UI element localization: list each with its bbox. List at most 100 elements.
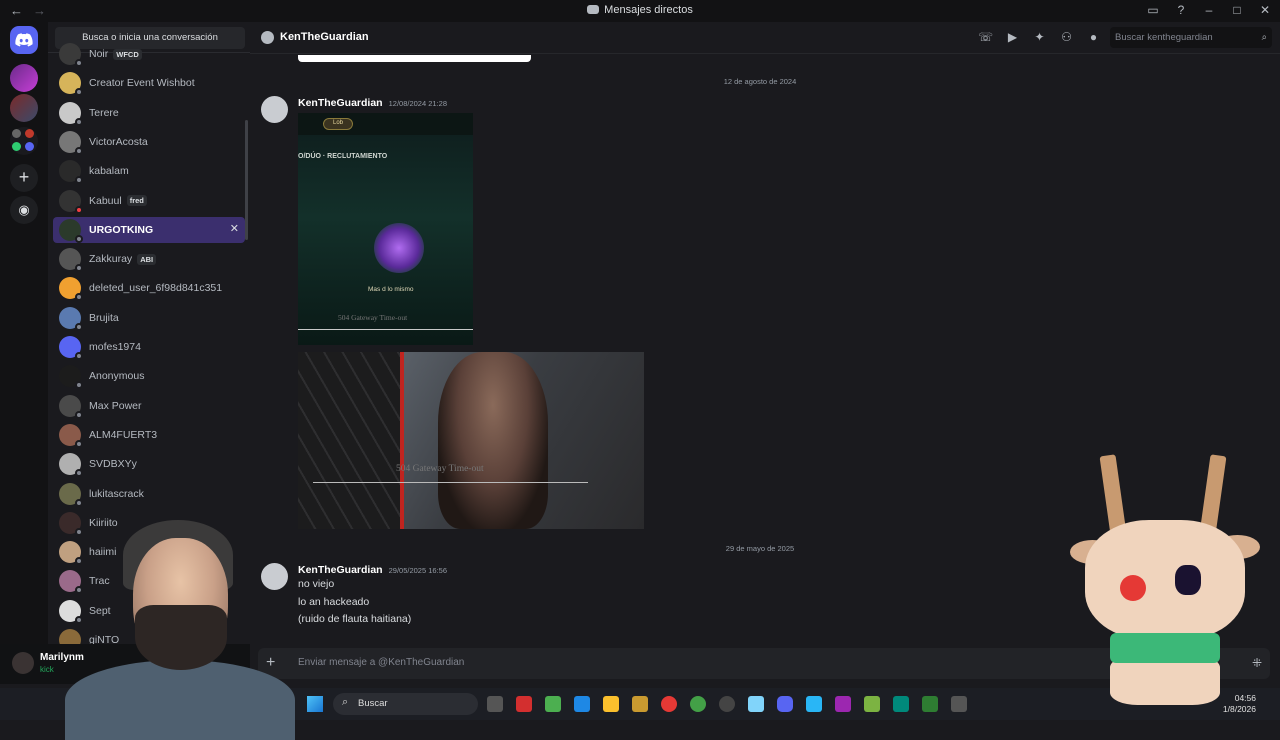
chat-search-input[interactable]: Buscar kentheguardian ⌕ [1110,27,1272,48]
app-icon[interactable] [806,696,822,712]
image-attachment[interactable]: Lob O/DÚO · RECLUTAMIENTO Mas d lo mismo… [298,113,473,345]
avatar [59,130,83,155]
xbox-icon[interactable] [922,696,938,712]
dm-list-item[interactable]: Max Power [53,393,245,419]
status-indicator [75,381,83,390]
chrome-icon[interactable] [690,696,706,712]
dm-name: URGOTKING [89,223,154,236]
status-indicator [75,586,83,595]
task-view-icon[interactable] [487,696,503,712]
pin-icon[interactable]: ✦ [1032,30,1047,44]
lobby-pill: Lob [323,118,353,130]
add-friend-icon[interactable]: ⚇ [1059,30,1074,44]
add-server-button[interactable]: + [10,164,38,192]
dm-list-item[interactable]: kabalam [53,158,245,185]
windows-start-icon[interactable] [307,696,323,712]
server-folder-icon[interactable] [10,127,38,155]
image-attachment[interactable]: 504 Gateway Time-out [298,352,644,529]
help-icon[interactable]: ? [1174,3,1188,17]
embed-card-bottom [298,55,531,62]
image-subtitle: Mas d lo mismo [368,286,414,293]
inbox-icon[interactable]: ▭ [1146,3,1160,17]
taskbar-search-label: Buscar [358,698,388,709]
dm-list-item[interactable]: ALM4FUERT3 [53,422,245,448]
lobby-pill-text: Lob [333,120,344,126]
file-explorer-icon[interactable] [603,696,619,712]
webcam-beard [135,605,227,670]
clan-tag-badge: ABI [137,253,157,265]
dm-name: Creator Event Wishbot [89,77,195,90]
phone-icon[interactable]: ☏ [978,30,993,44]
avatar [59,72,83,97]
dm-list-item[interactable]: Zakkuray ABI [53,246,245,273]
dm-list-scrollbar[interactable] [245,120,248,240]
close-dm-icon[interactable]: ✕ [230,222,239,235]
dm-list-item[interactable]: SVDBXYy [53,451,245,478]
server-icon[interactable] [10,64,38,92]
avatar[interactable] [261,31,274,44]
video-icon[interactable]: ▶ [1005,30,1020,44]
profile-icon[interactable]: ● [1086,30,1101,44]
status-indicator [75,352,83,360]
notepad-icon[interactable] [748,696,764,712]
store-icon[interactable] [545,696,561,712]
dm-name: VictorAcosta [89,135,148,148]
maximize-button[interactable]: □ [1230,3,1244,17]
avatar [59,218,83,243]
dm-list-item[interactable]: Terere [53,100,245,126]
avatar[interactable] [261,96,288,123]
taskbar-search[interactable]: ⌕ Buscar [333,693,478,715]
app-icon[interactable] [516,696,532,712]
author-name[interactable]: KenTheGuardian [298,97,383,109]
status-indicator [75,117,83,126]
explore-compass-icon[interactable]: ◉ [10,196,38,224]
author-name[interactable]: KenTheGuardian [298,564,383,576]
search-icon: ⌕ [1261,32,1267,43]
dm-name: Kabuul [89,194,122,207]
dm-list-item[interactable]: Brujita [53,305,245,331]
github-icon[interactable] [719,696,735,712]
message-author: KenTheGuardian 12/08/2024 21:28 [298,97,447,109]
direct-messages-home-button[interactable] [10,26,38,54]
app-icon[interactable] [951,696,967,712]
discord-icon[interactable] [777,696,793,712]
chat-recipient-name[interactable]: KenTheGuardian [280,31,369,43]
dm-list-item[interactable]: Kabuul fred [53,188,245,214]
status-indicator [75,498,83,507]
server-icon[interactable] [10,94,38,122]
app-icon[interactable] [632,696,648,712]
avatar [59,511,83,536]
discord-small-icon [587,5,600,14]
dm-list-item[interactable]: Noir WFCD [53,41,245,67]
close-button[interactable]: ✕ [1258,3,1272,17]
avatar [59,160,83,185]
message-input[interactable]: Enviar mensaje a @KenTheGuardian [298,657,464,668]
avatar [59,101,83,126]
status-indicator [75,293,83,302]
dm-list-item[interactable]: deleted_user_6f98d841c351 [53,275,245,302]
dm-name: Anonymous [89,370,145,383]
youtube-icon[interactable] [661,696,677,712]
dm-list-item[interactable]: Creator Event Wishbot [53,70,245,97]
message-timestamp: 12/08/2024 21:28 [388,99,447,108]
app-icon[interactable] [835,696,851,712]
title-bar: ← → Mensajes directos ▭ ? – □ ✕ [0,0,1280,22]
person-photo [438,352,548,529]
search-icon: ⌕ [342,696,349,708]
dm-list-item[interactable]: lukitascrack [53,481,245,507]
dm-list-item[interactable]: URGOTKING ✕ [53,216,245,243]
webcam-body [65,660,295,740]
dm-list-item[interactable]: VictorAcosta [53,129,245,155]
outlook-icon[interactable] [574,696,590,712]
window-title-text: Mensajes directos [604,4,693,16]
minimize-button[interactable]: – [1202,3,1216,17]
app-icon[interactable] [893,696,909,712]
game-top-bar: Lob [298,113,473,135]
avatar[interactable] [12,652,34,674]
gateway-error-text: 504 Gateway Time-out [396,464,484,474]
app-icon[interactable] [864,696,880,712]
dm-list-item[interactable]: Anonymous [53,363,245,390]
dm-name: lukitascrack [89,487,144,500]
dm-list-item[interactable]: mofes1974 [53,334,245,360]
dm-name: ALM4FUERT3 [89,428,158,441]
